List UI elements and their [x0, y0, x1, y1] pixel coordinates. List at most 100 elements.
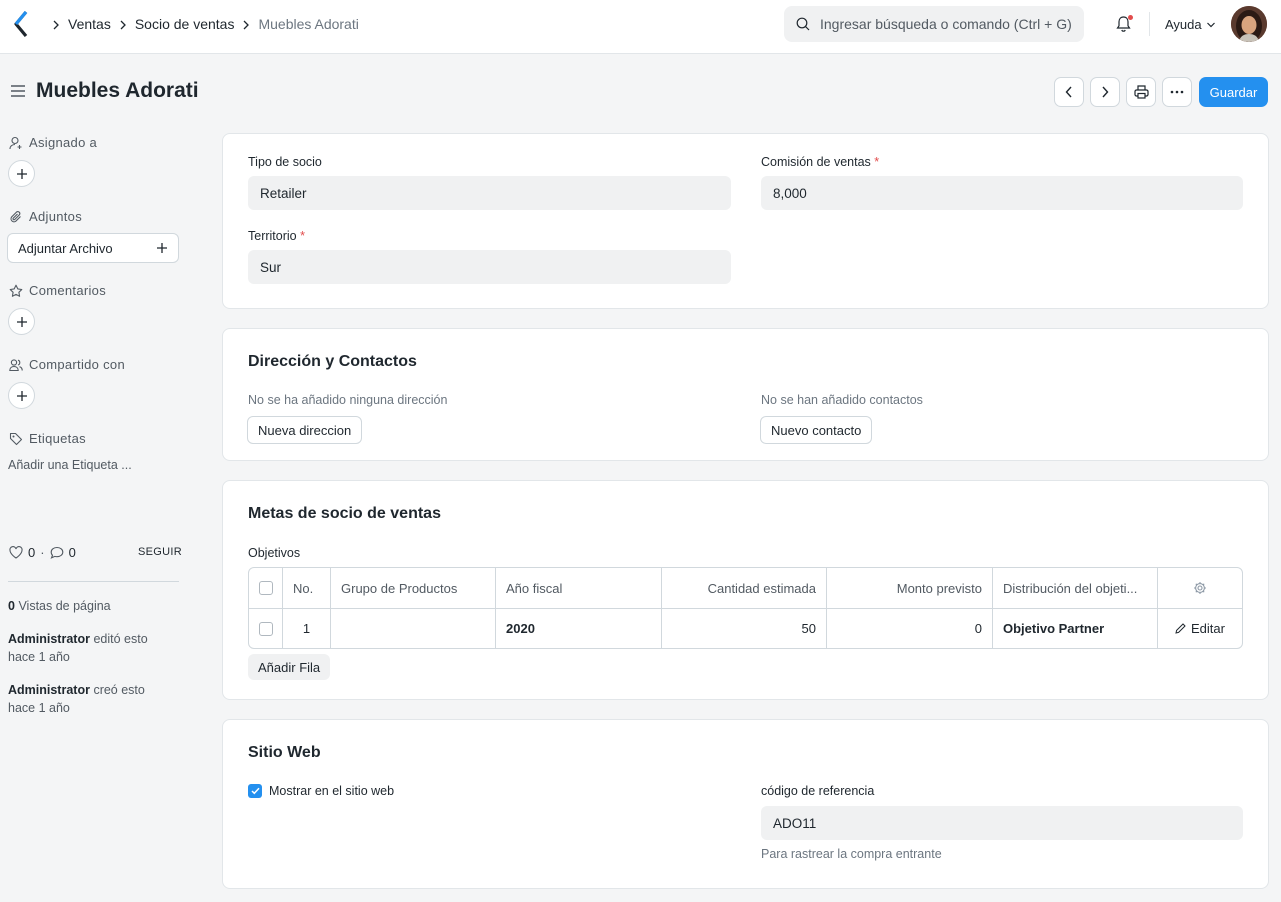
add-assignee-button[interactable] [8, 160, 35, 187]
search-bar[interactable] [784, 6, 1084, 42]
search-input[interactable] [820, 16, 1080, 32]
settings-gear-icon[interactable] [1193, 581, 1207, 595]
chevron-left-icon [1065, 86, 1072, 98]
breadcrumb-ventas[interactable]: Ventas [68, 16, 111, 32]
add-row-button[interactable]: Añadir Fila [248, 654, 331, 680]
fiscal-year-cell[interactable]: 2020 [496, 609, 662, 648]
col-settings-cell [1158, 568, 1242, 608]
attach-file-label: Adjuntar Archivo [18, 240, 113, 256]
distribution-cell[interactable]: Objetivo Partner [993, 609, 1158, 648]
col-header-distribution: Distribución del objeti... [993, 568, 1158, 608]
targets-card: Metas de socio de ventas Objetivos No. G… [222, 480, 1269, 700]
activity-time: hace 1 año [8, 701, 70, 715]
printer-icon [1133, 85, 1149, 99]
col-header-target-qty: Cantidad estimada [662, 568, 827, 608]
comments-section: Comentarios [9, 283, 106, 298]
activity-item: Administrator creó esto hace 1 año [8, 681, 178, 717]
select-all-checkbox[interactable] [259, 581, 273, 595]
breadcrumb-sales-partner[interactable]: Socio de ventas [135, 16, 235, 32]
activity-text: creó esto [93, 683, 145, 697]
save-button[interactable]: Guardar [1199, 77, 1268, 107]
row-select-cell [249, 609, 283, 648]
targets-section-title: Metas de socio de ventas [248, 505, 441, 522]
notifications-bell-icon[interactable] [1115, 15, 1133, 36]
activity-user[interactable]: Administrator [8, 632, 90, 646]
address-section-title: Dirección y Contactos [248, 353, 417, 370]
next-doc-button[interactable] [1090, 77, 1120, 107]
print-button[interactable] [1126, 77, 1156, 107]
user-avatar[interactable] [1231, 6, 1267, 42]
commission-label: Comisión de ventas * [761, 155, 879, 169]
edit-row-button[interactable]: Editar [1158, 609, 1242, 648]
territory-label: Territorio * [248, 229, 305, 243]
required-mark: * [300, 229, 305, 243]
select-all-cell [249, 568, 283, 608]
territory-label-text: Territorio [248, 229, 297, 243]
no-address-text: No se ha añadido ninguna dirección [248, 393, 448, 407]
attach-file-button[interactable]: Adjuntar Archivo [7, 233, 179, 263]
no-contacts-text: No se han añadido contactos [761, 393, 923, 407]
show-in-website-checkbox[interactable] [248, 784, 262, 798]
more-actions-button[interactable] [1162, 77, 1192, 107]
assigned-to-label: Asignado a [29, 135, 98, 150]
follow-button[interactable]: SEGUIR [138, 546, 182, 558]
add-comment-button[interactable] [8, 308, 35, 335]
shared-with-section: Compartido con [9, 357, 125, 372]
add-tag-link[interactable]: Añadir una Etiqueta ... [8, 458, 132, 472]
plus-icon [16, 168, 27, 179]
tags-section: Etiquetas [9, 431, 86, 446]
target-amount-cell[interactable]: 0 [827, 609, 993, 648]
chevron-right-icon [46, 17, 66, 31]
attachments-section: Adjuntos [9, 209, 82, 224]
table-header-row: No. Grupo de Productos Año fiscal Cantid… [249, 568, 1242, 608]
targets-table-label: Objetivos [248, 546, 301, 560]
breadcrumb: Ventas Socio de ventas Muebles Adorati [44, 16, 359, 32]
address-contacts-card: Dirección y Contactos No se ha añadido n… [222, 328, 1269, 461]
search-icon [796, 17, 810, 31]
paperclip-icon [10, 210, 21, 222]
comment-bubble-icon [50, 546, 63, 559]
commission-field[interactable]: 8,000 [761, 176, 1243, 210]
item-group-cell[interactable] [331, 609, 496, 648]
col-header-item-group: Grupo de Productos [331, 568, 496, 608]
sidebar-toggle-icon[interactable] [10, 84, 26, 101]
new-address-button[interactable]: Nueva direccion [247, 416, 363, 444]
chevron-right-icon [1102, 86, 1109, 98]
partner-type-field[interactable]: Retailer [248, 176, 731, 210]
page-views: 0 Vistas de página [8, 597, 178, 615]
user-add-icon [9, 136, 22, 149]
details-card: Tipo de socio Retailer Comisión de venta… [222, 133, 1269, 309]
territory-field[interactable]: Sur [248, 250, 731, 284]
previous-doc-button[interactable] [1054, 77, 1084, 107]
col-header-no: No. [283, 568, 331, 608]
website-card: Sitio Web Mostrar en el sitio web código… [222, 719, 1269, 889]
table-row[interactable]: 1 2020 50 0 Objetivo Partner Editar [249, 608, 1242, 648]
new-contact-button[interactable]: Nuevo contacto [760, 416, 873, 444]
comments-count: 0 [68, 545, 76, 560]
row-no-cell: 1 [283, 609, 331, 648]
app-logo-icon[interactable] [13, 11, 29, 37]
show-in-website-option[interactable]: Mostrar en el sitio web [248, 784, 394, 798]
plus-icon [16, 316, 27, 327]
help-dropdown[interactable]: Ayuda [1165, 17, 1216, 32]
referral-code-field[interactable]: ADO11 [761, 806, 1243, 840]
required-mark: * [874, 155, 880, 169]
commission-label-text: Comisión de ventas [761, 155, 871, 169]
chevron-right-icon [236, 17, 256, 31]
activity-item: Administrator editó esto hace 1 año [8, 630, 178, 666]
navbar: Ventas Socio de ventas Muebles Adorati A… [0, 0, 1281, 54]
likes-comments-counter: 0 · 0 [9, 545, 76, 560]
partner-type-label: Tipo de socio [248, 155, 322, 169]
target-qty-cell[interactable]: 50 [662, 609, 827, 648]
activity-user[interactable]: Administrator [8, 683, 90, 697]
comments-label: Comentarios [29, 283, 106, 298]
page-views-label: Vistas de página [18, 599, 111, 613]
row-checkbox[interactable] [259, 621, 273, 636]
targets-table: No. Grupo de Productos Año fiscal Cantid… [248, 567, 1243, 649]
heart-icon[interactable] [9, 546, 23, 559]
pencil-icon [1175, 623, 1186, 634]
add-share-button[interactable] [8, 382, 35, 409]
tags-label: Etiquetas [29, 431, 86, 446]
likes-count: 0 [28, 545, 36, 560]
plus-icon [157, 243, 167, 253]
